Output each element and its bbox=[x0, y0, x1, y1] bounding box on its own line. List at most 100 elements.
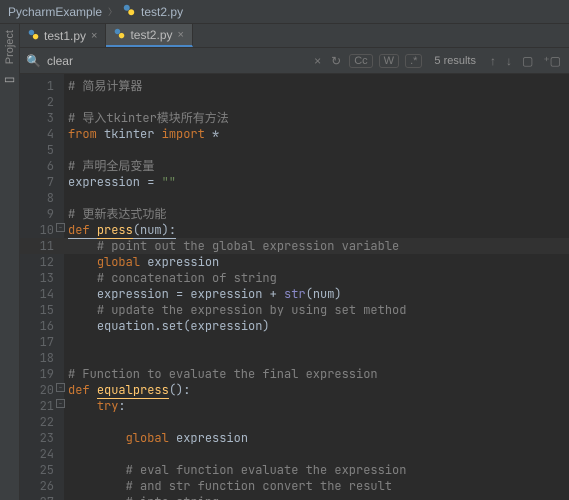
token: equalpress bbox=[97, 382, 169, 399]
token: # 导入tkinter模块所有方法 bbox=[68, 110, 229, 126]
line-number: 6 bbox=[20, 158, 64, 174]
words-toggle[interactable]: W bbox=[379, 54, 399, 68]
token: import bbox=[162, 126, 212, 142]
python-file-icon bbox=[123, 4, 135, 19]
token: global bbox=[126, 430, 176, 446]
add-selection-icon[interactable]: ⁺▢ bbox=[541, 54, 563, 68]
token: "" bbox=[162, 174, 176, 190]
token: # and str function convert the result bbox=[126, 478, 392, 494]
code-line[interactable]: # 简易计算器 bbox=[64, 78, 569, 94]
tab-label: test2.py bbox=[130, 28, 172, 42]
tab-test2[interactable]: test2.py × bbox=[106, 24, 192, 47]
token: tkinter bbox=[104, 126, 162, 142]
code-line[interactable] bbox=[64, 334, 569, 350]
line-number: 16 bbox=[20, 318, 64, 334]
code-line[interactable] bbox=[64, 190, 569, 206]
line-number: 5 bbox=[20, 142, 64, 158]
code-line[interactable] bbox=[64, 414, 569, 430]
code-line[interactable]: def equalpress(): bbox=[64, 382, 569, 398]
regex-toggle[interactable]: .* bbox=[405, 54, 422, 68]
code-line[interactable]: global expression bbox=[64, 430, 569, 446]
fold-icon[interactable]: − bbox=[56, 383, 65, 392]
line-number: 19 bbox=[20, 366, 64, 382]
search-input[interactable] bbox=[47, 54, 306, 68]
code-line[interactable]: # point out the global expression variab… bbox=[64, 238, 569, 254]
line-number: 20− bbox=[20, 382, 64, 398]
token: (num): bbox=[133, 222, 176, 239]
project-structure-icon[interactable]: ▭ bbox=[4, 72, 15, 86]
token: (): bbox=[169, 382, 191, 398]
code-line[interactable]: # concatenation of string bbox=[64, 270, 569, 286]
next-match-icon[interactable]: ↓ bbox=[504, 54, 514, 68]
line-number: 23 bbox=[20, 430, 64, 446]
code-line[interactable]: global expression bbox=[64, 254, 569, 270]
token: expression = expression + bbox=[97, 286, 284, 302]
code-line[interactable]: def press(num): bbox=[64, 222, 569, 238]
code-line[interactable] bbox=[64, 446, 569, 462]
token: def bbox=[68, 382, 97, 398]
close-icon[interactable]: × bbox=[178, 29, 184, 41]
line-number: 17 bbox=[20, 334, 64, 350]
token: expression bbox=[176, 430, 248, 446]
line-number: 4 bbox=[20, 126, 64, 142]
code-line[interactable]: # update the expression by using set met… bbox=[64, 302, 569, 318]
token: # point out the global expression variab… bbox=[97, 238, 399, 254]
breadcrumb: PycharmExample 〉 test2.py bbox=[0, 0, 569, 24]
close-icon[interactable]: × bbox=[91, 30, 97, 42]
token: # concatenation of string bbox=[97, 270, 277, 286]
tab-test1[interactable]: test1.py × bbox=[20, 24, 106, 47]
breadcrumb-file[interactable]: test2.py bbox=[141, 5, 183, 19]
fold-icon[interactable]: − bbox=[56, 223, 65, 232]
code-line[interactable] bbox=[64, 350, 569, 366]
code-line[interactable]: expression = expression + str(num) bbox=[64, 286, 569, 302]
token: str bbox=[284, 286, 306, 302]
token: press bbox=[97, 222, 133, 239]
line-number: 18 bbox=[20, 350, 64, 366]
line-number: 13 bbox=[20, 270, 64, 286]
code-line[interactable]: # 声明全局变量 bbox=[64, 158, 569, 174]
select-all-icon[interactable]: ▢ bbox=[520, 54, 535, 68]
code-line[interactable] bbox=[64, 94, 569, 110]
breadcrumb-project[interactable]: PycharmExample bbox=[8, 5, 102, 19]
code-line[interactable]: try: bbox=[64, 398, 569, 414]
line-number: 10− bbox=[20, 222, 64, 238]
token: # 简易计算器 bbox=[68, 78, 142, 94]
fold-icon[interactable]: − bbox=[56, 399, 65, 408]
editor-tabs: test1.py × test2.py × bbox=[20, 24, 569, 48]
code-line[interactable]: # 更新表达式功能 bbox=[64, 206, 569, 222]
token: global bbox=[97, 254, 147, 270]
code-line[interactable] bbox=[64, 142, 569, 158]
code-line[interactable]: expression = "" bbox=[64, 174, 569, 190]
token: # 声明全局变量 bbox=[68, 158, 154, 174]
project-tool-sidebar[interactable]: Project ▭ bbox=[0, 24, 20, 500]
line-number: 12 bbox=[20, 254, 64, 270]
line-number: 15 bbox=[20, 302, 64, 318]
token: equation.set(expression) bbox=[97, 318, 270, 334]
line-number: 11 bbox=[20, 238, 64, 254]
token: * bbox=[212, 126, 219, 142]
code-line[interactable]: from tkinter import * bbox=[64, 126, 569, 142]
code-editor[interactable]: 12345678910−11121314151617181920−21−2223… bbox=[20, 74, 569, 500]
search-history-icon[interactable]: ↻ bbox=[329, 54, 343, 68]
match-case-toggle[interactable]: Cc bbox=[349, 54, 372, 68]
code-line[interactable]: # Function to evaluate the final express… bbox=[64, 366, 569, 382]
tab-label: test1.py bbox=[44, 29, 86, 43]
prev-match-icon[interactable]: ↑ bbox=[488, 54, 498, 68]
code-line[interactable]: # and str function convert the result bbox=[64, 478, 569, 494]
line-number: 7 bbox=[20, 174, 64, 190]
code-line[interactable]: # eval function evaluate the expression bbox=[64, 462, 569, 478]
line-number: 21− bbox=[20, 398, 64, 414]
code-line[interactable]: # into string bbox=[64, 494, 569, 500]
find-bar: 🔍 × ↻ Cc W .* 5 results ↑ ↓ ▢ ⁺▢ bbox=[20, 48, 569, 74]
code-content[interactable]: # 简易计算器 # 导入tkinter模块所有方法from tkinter im… bbox=[64, 74, 569, 500]
gutter: 12345678910−11121314151617181920−21−2223… bbox=[20, 74, 64, 500]
python-file-icon bbox=[114, 28, 125, 42]
clear-search-icon[interactable]: × bbox=[312, 54, 323, 68]
token: # Function to evaluate the final express… bbox=[68, 366, 378, 382]
token: from bbox=[68, 126, 104, 142]
sidebar-label[interactable]: Project bbox=[4, 30, 16, 64]
code-line[interactable]: equation.set(expression) bbox=[64, 318, 569, 334]
search-icon[interactable]: 🔍 bbox=[26, 54, 41, 68]
code-line[interactable]: # 导入tkinter模块所有方法 bbox=[64, 110, 569, 126]
line-number: 9 bbox=[20, 206, 64, 222]
